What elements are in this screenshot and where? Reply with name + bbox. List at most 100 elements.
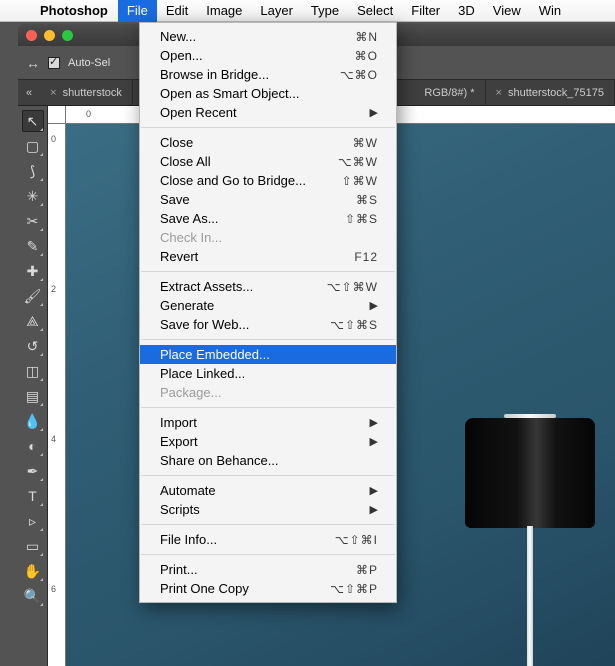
menubar-item-filter[interactable]: Filter (402, 0, 449, 22)
menubar-item-image[interactable]: Image (197, 0, 251, 22)
menu-item-label: Package... (160, 385, 378, 400)
menubar-item-type[interactable]: Type (302, 0, 348, 22)
menu-separator (141, 339, 395, 340)
menubar-item-edit[interactable]: Edit (157, 0, 197, 22)
menubar-item-view[interactable]: View (484, 0, 530, 22)
zoom-tool[interactable]: 🔍 (22, 585, 44, 607)
menubar-item-select[interactable]: Select (348, 0, 402, 22)
zoom-window-icon[interactable] (62, 30, 73, 41)
close-tab-icon[interactable]: × (496, 80, 502, 106)
rectangle-tool[interactable]: ▭ (22, 535, 44, 557)
menu-item-close-and-go-to-bridge[interactable]: Close and Go to Bridge...⇧⌘W (140, 171, 396, 190)
menu-item-label: Automate (160, 483, 370, 498)
crop-tool[interactable]: ✂ (22, 210, 44, 232)
menu-item-save-for-web[interactable]: Save for Web...⌥⇧⌘S (140, 315, 396, 334)
menu-item-print[interactable]: Print...⌘P (140, 560, 396, 579)
menu-item-print-one-copy[interactable]: Print One Copy⌥⇧⌘P (140, 579, 396, 598)
menu-item-new[interactable]: New...⌘N (140, 27, 396, 46)
menu-item-close-all[interactable]: Close All⌥⌘W (140, 152, 396, 171)
minimize-window-icon[interactable] (44, 30, 55, 41)
menu-item-import[interactable]: Import▶ (140, 413, 396, 432)
hand-tool[interactable]: ✋ (22, 560, 44, 582)
magic-wand-tool[interactable]: ✳ (22, 185, 44, 207)
blur-tool[interactable]: 💧 (22, 410, 44, 432)
menu-item-label: Save (160, 192, 356, 207)
menu-item-package: Package... (140, 383, 396, 402)
menu-item-label: Extract Assets... (160, 279, 327, 294)
move-tool[interactable]: ↖ (22, 110, 44, 132)
path-selection-tool[interactable]: ▹ (22, 510, 44, 532)
menubar-item-file[interactable]: File (118, 0, 157, 22)
submenu-arrow-icon: ▶ (370, 299, 378, 312)
history-brush-tool[interactable]: ↺ (22, 335, 44, 357)
menu-item-share-on-behance[interactable]: Share on Behance... (140, 451, 396, 470)
menu-separator (141, 127, 395, 128)
menu-shortcut: ⌥⇧⌘P (330, 582, 378, 596)
menu-item-scripts[interactable]: Scripts▶ (140, 500, 396, 519)
menu-item-label: Print One Copy (160, 581, 330, 596)
menubar-item-layer[interactable]: Layer (251, 0, 302, 22)
pen-tool[interactable]: ✒ (22, 460, 44, 482)
document-tab[interactable]: RGB/8#) * (414, 80, 485, 106)
ruler-tick: 4 (51, 434, 56, 444)
menu-item-revert[interactable]: RevertF12 (140, 247, 396, 266)
clone-stamp-tool[interactable]: ⟁ (22, 310, 44, 332)
menu-shortcut: ⌥⇧⌘S (330, 318, 378, 332)
menu-shortcut: ⇧⌘W (342, 174, 378, 188)
menu-shortcut: ⌘S (356, 193, 378, 207)
menu-item-save-as[interactable]: Save As...⇧⌘S (140, 209, 396, 228)
submenu-arrow-icon: ▶ (370, 484, 378, 497)
menu-item-label: Save for Web... (160, 317, 330, 332)
menu-item-place-embedded[interactable]: Place Embedded... (140, 345, 396, 364)
menu-item-label: Close All (160, 154, 338, 169)
menu-item-label: Close (160, 135, 353, 150)
dodge-tool[interactable]: ◐ (22, 435, 44, 457)
document-tab[interactable]: × shutterstock (40, 80, 133, 106)
menubar-item-win[interactable]: Win (530, 0, 570, 22)
menu-item-label: Generate (160, 298, 370, 313)
menu-item-generate[interactable]: Generate▶ (140, 296, 396, 315)
eraser-tool[interactable]: ◫ (22, 360, 44, 382)
eyedropper-tool[interactable]: ✎ (22, 235, 44, 257)
menu-item-browse-in-bridge[interactable]: Browse in Bridge...⌥⌘O (140, 65, 396, 84)
menu-item-label: Browse in Bridge... (160, 67, 340, 82)
healing-brush-tool[interactable]: ✚ (22, 260, 44, 282)
document-tab[interactable]: × shutterstock_75175 (486, 80, 615, 106)
brush-tool[interactable]: 🖌 (22, 285, 44, 307)
menu-shortcut: ⌥⇧⌘I (335, 533, 378, 547)
gradient-tool[interactable]: ▤ (22, 385, 44, 407)
ruler-origin[interactable] (48, 106, 66, 124)
menu-item-extract-assets[interactable]: Extract Assets...⌥⇧⌘W (140, 277, 396, 296)
tab-nav-prev-icon[interactable]: « (18, 87, 40, 99)
menu-item-file-info[interactable]: File Info...⌥⇧⌘I (140, 530, 396, 549)
submenu-arrow-icon: ▶ (370, 503, 378, 516)
menu-item-open-as-smart-object[interactable]: Open as Smart Object... (140, 84, 396, 103)
move-cursor-icon: ↔ (26, 55, 40, 71)
menu-item-label: Scripts (160, 502, 370, 517)
menu-item-export[interactable]: Export▶ (140, 432, 396, 451)
menu-item-open-recent[interactable]: Open Recent▶ (140, 103, 396, 122)
ruler-tick: 2 (51, 284, 56, 294)
menu-item-label: New... (160, 29, 355, 44)
menu-item-save[interactable]: Save⌘S (140, 190, 396, 209)
close-window-icon[interactable] (26, 30, 37, 41)
submenu-arrow-icon: ▶ (370, 435, 378, 448)
marquee-tool[interactable]: ▢ (22, 135, 44, 157)
menu-item-open[interactable]: Open...⌘O (140, 46, 396, 65)
tab-label: RGB/8#) * (424, 80, 474, 106)
menu-item-label: Export (160, 434, 370, 449)
ruler-vertical[interactable]: 0246 (48, 124, 66, 666)
menubar-item-3d[interactable]: 3D (449, 0, 484, 22)
menu-separator (141, 271, 395, 272)
menu-item-automate[interactable]: Automate▶ (140, 481, 396, 500)
menu-shortcut: ⌘P (356, 563, 378, 577)
app-name[interactable]: Photoshop (30, 3, 118, 18)
lasso-tool[interactable]: ⟆ (22, 160, 44, 182)
menu-item-place-linked[interactable]: Place Linked... (140, 364, 396, 383)
menu-separator (141, 524, 395, 525)
menu-item-close[interactable]: Close⌘W (140, 133, 396, 152)
menu-item-label: Save As... (160, 211, 345, 226)
type-tool[interactable]: T (22, 485, 44, 507)
close-tab-icon[interactable]: × (50, 80, 56, 106)
auto-select-checkbox[interactable] (48, 57, 60, 69)
